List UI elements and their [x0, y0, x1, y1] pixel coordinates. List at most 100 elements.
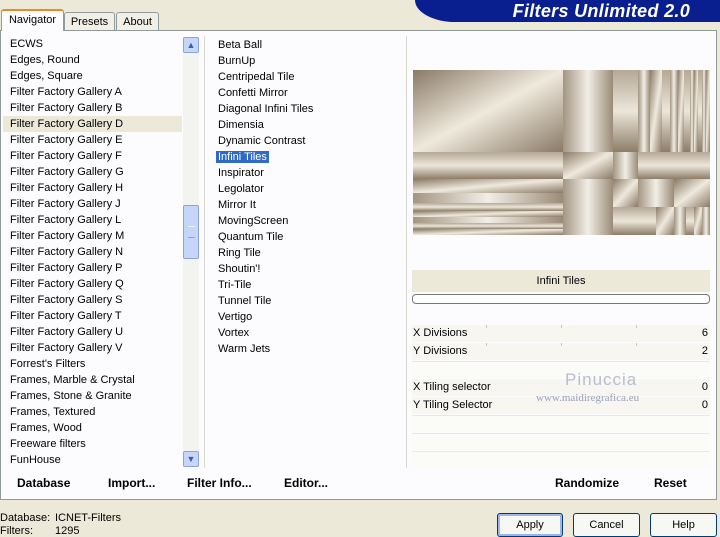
category-item[interactable]: Filter Factory Gallery B	[3, 100, 182, 116]
filter-item-label: Confetti Mirror	[218, 87, 288, 99]
filter-item[interactable]: Diagonal Infini Tiles	[215, 101, 395, 117]
category-item[interactable]: Filter Factory Gallery D	[3, 116, 182, 132]
category-item[interactable]: FunHouse	[3, 452, 182, 468]
filter-item[interactable]: Vertigo	[215, 309, 395, 325]
filter-item-label: Mirror It	[218, 199, 256, 211]
filter-name-display: Infini Tiles	[412, 270, 710, 292]
filter-item-label: Centripedal Tile	[218, 71, 295, 83]
filter-item-label: Vortex	[218, 327, 250, 339]
category-item[interactable]: Filter Factory Gallery E	[3, 132, 182, 148]
category-item[interactable]: Filter Factory Gallery H	[3, 180, 182, 196]
category-item[interactable]: Filter Factory Gallery V	[3, 340, 182, 356]
filter-item[interactable]: Infini Tiles	[215, 149, 395, 165]
filter-item-label: Dynamic Contrast	[218, 135, 306, 147]
apply-button[interactable]: Apply	[497, 513, 563, 537]
tab-presets[interactable]: Presets	[64, 12, 115, 30]
filter-info-button[interactable]: Filter Info...	[187, 476, 252, 490]
status-filters-value: 1295	[55, 525, 80, 537]
param-y-divisions[interactable]: Y Divisions 2	[412, 343, 710, 360]
filter-item[interactable]: BurnUp	[215, 53, 395, 69]
filter-item-label: Inspirator	[218, 167, 264, 179]
category-item[interactable]: Frames, Wood	[3, 420, 182, 436]
status-database-value: ICNET-Filters	[55, 512, 121, 524]
filter-item[interactable]: Centripedal Tile	[215, 69, 395, 85]
filter-item[interactable]: Ring Tile	[215, 245, 395, 261]
filter-item[interactable]: Confetti Mirror	[215, 85, 395, 101]
category-item[interactable]: Filter Factory Gallery P	[3, 260, 182, 276]
filter-item-label: Quantum Tile	[218, 231, 284, 243]
param-empty-slot	[412, 433, 710, 450]
filter-item[interactable]: Quantum Tile	[215, 229, 395, 245]
filter-item[interactable]: Shoutin'!	[215, 261, 395, 277]
divider	[204, 36, 205, 468]
status-filters-label: Filters:	[0, 525, 33, 537]
param-value: 6	[701, 327, 708, 339]
filter-item-label: Tri-Tile	[218, 279, 252, 291]
param-empty-slot	[412, 415, 710, 432]
filter-item[interactable]: Tunnel Tile	[215, 293, 395, 309]
filter-item[interactable]: Dynamic Contrast	[215, 133, 395, 149]
reset-button[interactable]: Reset	[654, 476, 687, 490]
category-item[interactable]: Forrest's Filters	[3, 356, 182, 372]
category-scrollbar[interactable]: ▲ ▼	[183, 37, 199, 467]
param-value: 0	[701, 381, 708, 393]
filter-item[interactable]: Beta Ball	[215, 37, 395, 53]
category-item[interactable]: Filter Factory Gallery G	[3, 164, 182, 180]
filter-item-label: Vertigo	[218, 311, 253, 323]
status-database: Database: ICNET-Filters	[0, 512, 121, 524]
category-item[interactable]: Filter Factory Gallery Q	[3, 276, 182, 292]
filter-list[interactable]: Beta Ball BurnUp Centripedal Tile Confetti …	[215, 37, 395, 357]
param-label: Y Divisions	[413, 345, 468, 357]
filter-item[interactable]: Inspirator	[215, 165, 395, 181]
category-item[interactable]: Filter Factory Gallery N	[3, 244, 182, 260]
filter-item-label: MovingScreen	[218, 215, 289, 227]
param-label: Y Tiling Selector	[413, 399, 493, 411]
category-item[interactable]: Frames, Marble & Crystal	[3, 372, 182, 388]
import-button[interactable]: Import...	[108, 476, 155, 490]
category-item[interactable]: Filter Factory Gallery M	[3, 228, 182, 244]
filter-item[interactable]: Vortex	[215, 325, 395, 341]
category-item[interactable]: Frames, Textured	[3, 404, 182, 420]
preview-pattern	[413, 70, 710, 235]
filter-item[interactable]: Legolator	[215, 181, 395, 197]
window-title: Filters Unlimited 2.0	[512, 1, 690, 21]
filter-item[interactable]: Mirror It	[215, 197, 395, 213]
divider	[406, 36, 407, 468]
cancel-button[interactable]: Cancel	[573, 513, 640, 537]
category-item[interactable]: Filter Factory Gallery L	[3, 212, 182, 228]
category-item[interactable]: Frames, Stone & Granite	[3, 388, 182, 404]
filter-item-label: Shoutin'!	[218, 263, 261, 275]
param-label: X Divisions	[413, 327, 468, 339]
scroll-thumb[interactable]	[183, 205, 199, 259]
category-item[interactable]: Filter Factory Gallery U	[3, 324, 182, 340]
database-button[interactable]: Database	[17, 476, 70, 490]
category-item[interactable]: Filter Factory Gallery S	[3, 292, 182, 308]
filter-item[interactable]: Tri-Tile	[215, 277, 395, 293]
tab-about[interactable]: About	[116, 12, 159, 30]
category-item[interactable]: Filter Factory Gallery A	[3, 84, 182, 100]
category-item[interactable]: Filter Factory Gallery J	[3, 196, 182, 212]
scroll-up-arrow-icon[interactable]: ▲	[183, 37, 199, 53]
param-empty-slot	[412, 451, 710, 468]
param-x-divisions[interactable]: X Divisions 6	[412, 325, 710, 342]
filter-item[interactable]: Dimensia	[215, 117, 395, 133]
tab-navigator[interactable]: Navigator	[1, 9, 64, 31]
category-item[interactable]: Filter Factory Gallery F	[3, 148, 182, 164]
category-item[interactable]: Freeware filters	[3, 436, 182, 452]
filter-item[interactable]: Warm Jets	[215, 341, 395, 357]
filter-item[interactable]: MovingScreen	[215, 213, 395, 229]
param-empty-slot	[412, 361, 710, 378]
filter-item-label: Legolator	[218, 183, 264, 195]
filter-item-label: Beta Ball	[218, 39, 263, 51]
filter-item-label: Dimensia	[218, 119, 264, 131]
scroll-down-arrow-icon[interactable]: ▼	[183, 451, 199, 467]
help-button[interactable]: Help	[650, 513, 717, 537]
category-item[interactable]: Filter Factory Gallery T	[3, 308, 182, 324]
randomize-button[interactable]: Randomize	[555, 476, 619, 490]
category-item[interactable]: Edges, Round	[3, 52, 182, 68]
category-item[interactable]: Edges, Square	[3, 68, 182, 84]
watermark-name: Pinuccia	[565, 370, 638, 389]
editor-button[interactable]: Editor...	[284, 476, 328, 490]
category-list[interactable]: ECWS Edges, Round Edges, Square Filter Fact…	[3, 36, 182, 468]
category-item[interactable]: ECWS	[3, 36, 182, 52]
